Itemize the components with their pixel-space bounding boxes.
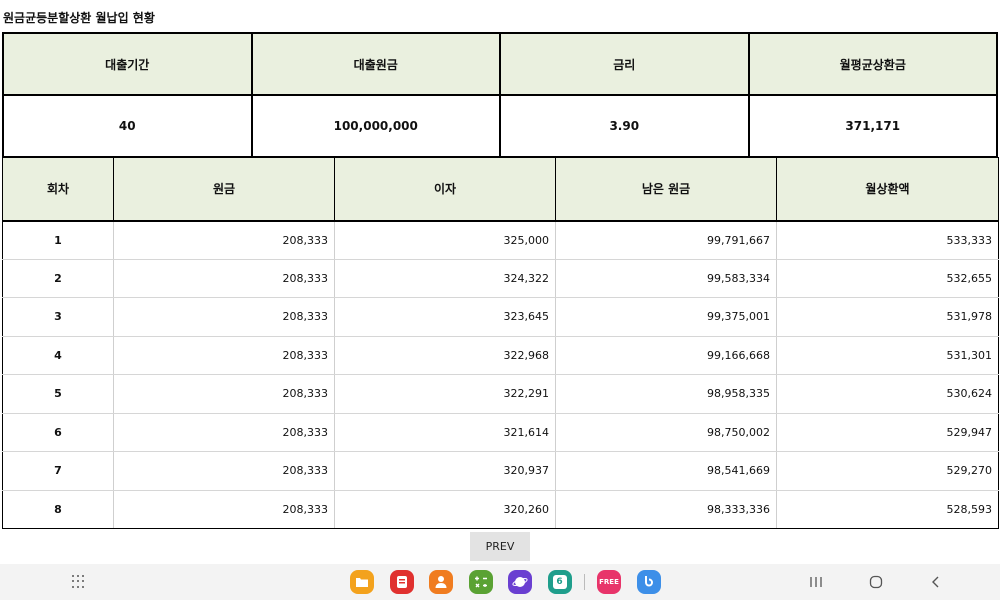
table-row: 7 208,333 320,937 98,541,669 529,270 <box>2 451 999 491</box>
interest-cell: 323,645 <box>334 297 556 337</box>
principal-cell: 208,333 <box>113 490 335 529</box>
interest-cell: 322,291 <box>334 374 556 414</box>
installment-number: 6 <box>2 413 114 452</box>
remaining-principal-cell: 98,541,669 <box>555 451 777 491</box>
monthly-payment-cell: 531,301 <box>776 336 999 375</box>
remaining-principal-cell: 99,375,001 <box>555 297 777 337</box>
schedule-header-cell: 월상환액 <box>776 157 999 222</box>
schedule-header-cell: 남은 원금 <box>555 157 777 222</box>
principal-cell: 208,333 <box>113 336 335 375</box>
table-row: 5 208,333 322,291 98,958,335 530,624 <box>2 374 999 414</box>
contacts-icon[interactable] <box>429 570 453 594</box>
table-row: 8 208,333 320,260 98,333,336 528,593 <box>2 490 999 529</box>
calculator-icon[interactable] <box>468 570 493 594</box>
monthly-payment-cell: 533,333 <box>776 220 999 260</box>
summary-header-cell: 월평균상환금 <box>747 32 998 96</box>
calendar-icon[interactable]: 6 <box>547 570 572 594</box>
notes-icon[interactable] <box>389 570 414 594</box>
interest-cell: 324,322 <box>334 259 556 298</box>
principal-cell: 208,333 <box>113 374 335 414</box>
app-dock: 6 FREE <box>350 570 676 594</box>
repayment-schedule-table: 회차 원금 이자 남은 원금 월상환액 1 208,333 325,000 99… <box>2 157 999 529</box>
folder-icon[interactable] <box>350 570 374 594</box>
table-row: 2 208,333 324,322 99,583,334 532,655 <box>2 259 999 298</box>
prev-button[interactable]: PREV <box>470 532 530 561</box>
installment-number: 8 <box>2 490 114 529</box>
remaining-principal-cell: 99,583,334 <box>555 259 777 298</box>
monthly-payment-cell: 532,655 <box>776 259 999 298</box>
schedule-header-cell: 이자 <box>334 157 556 222</box>
summary-value-cell: 3.90 <box>499 94 750 158</box>
free-label: FREE <box>599 578 619 586</box>
interest-cell: 320,260 <box>334 490 556 529</box>
monthly-payment-cell: 530,624 <box>776 374 999 414</box>
summary-value-row: 40 100,000,000 3.90 371,171 <box>2 94 998 158</box>
installment-number: 1 <box>2 220 114 260</box>
remaining-principal-cell: 98,958,335 <box>555 374 777 414</box>
app-drawer-icon[interactable] <box>72 575 86 589</box>
installment-number: 4 <box>2 336 114 375</box>
principal-cell: 208,333 <box>113 259 335 298</box>
calendar-day: 6 <box>552 575 567 589</box>
remaining-principal-cell: 98,750,002 <box>555 413 777 452</box>
interest-cell: 322,968 <box>334 336 556 375</box>
principal-cell: 208,333 <box>113 451 335 491</box>
principal-cell: 208,333 <box>113 297 335 337</box>
back-icon[interactable] <box>926 572 946 592</box>
installment-number: 3 <box>2 297 114 337</box>
free-icon[interactable]: FREE <box>597 570 621 594</box>
monthly-payment-cell: 531,978 <box>776 297 999 337</box>
loan-summary-table: 대출기간 대출원금 금리 월평균상환금 40 100,000,000 3.90 … <box>2 32 998 158</box>
home-icon[interactable] <box>866 572 886 592</box>
table-row: 6 208,333 321,614 98,750,002 529,947 <box>2 413 999 452</box>
principal-cell: 208,333 <box>113 220 335 260</box>
summary-header-row: 대출기간 대출원금 금리 월평균상환금 <box>2 32 998 96</box>
schedule-header-cell: 회차 <box>2 157 114 222</box>
interest-cell: 321,614 <box>334 413 556 452</box>
remaining-principal-cell: 98,333,336 <box>555 490 777 529</box>
summary-value-cell: 100,000,000 <box>250 94 501 158</box>
remaining-principal-cell: 99,166,668 <box>555 336 777 375</box>
page-title: 원금균등분할상환 월납입 현황 <box>3 11 155 25</box>
table-row: 3 208,333 323,645 99,375,001 531,978 <box>2 297 999 337</box>
summary-header-cell: 대출기간 <box>2 32 253 96</box>
monthly-payment-cell: 528,593 <box>776 490 999 529</box>
table-row: 4 208,333 322,968 99,166,668 531,301 <box>2 336 999 375</box>
bixby-icon[interactable] <box>636 570 661 594</box>
summary-header-cell: 대출원금 <box>250 32 501 96</box>
system-taskbar: 6 FREE <box>0 564 1000 600</box>
schedule-header-cell: 원금 <box>113 157 335 222</box>
recent-apps-icon[interactable] <box>806 572 826 592</box>
principal-cell: 208,333 <box>113 413 335 452</box>
monthly-payment-cell: 529,947 <box>776 413 999 452</box>
interest-cell: 320,937 <box>334 451 556 491</box>
dock-separator <box>584 574 585 590</box>
monthly-payment-cell: 529,270 <box>776 451 999 491</box>
schedule-header-row: 회차 원금 이자 남은 원금 월상환액 <box>2 157 999 222</box>
installment-number: 7 <box>2 451 114 491</box>
summary-header-cell: 금리 <box>499 32 750 96</box>
internet-icon[interactable] <box>508 570 532 594</box>
interest-cell: 325,000 <box>334 220 556 260</box>
installment-number: 5 <box>2 374 114 414</box>
installment-number: 2 <box>2 259 114 298</box>
summary-value-cell: 371,171 <box>747 94 998 158</box>
table-row: 1 208,333 325,000 99,791,667 533,333 <box>2 220 999 260</box>
remaining-principal-cell: 99,791,667 <box>555 220 777 260</box>
summary-value-cell: 40 <box>2 94 253 158</box>
